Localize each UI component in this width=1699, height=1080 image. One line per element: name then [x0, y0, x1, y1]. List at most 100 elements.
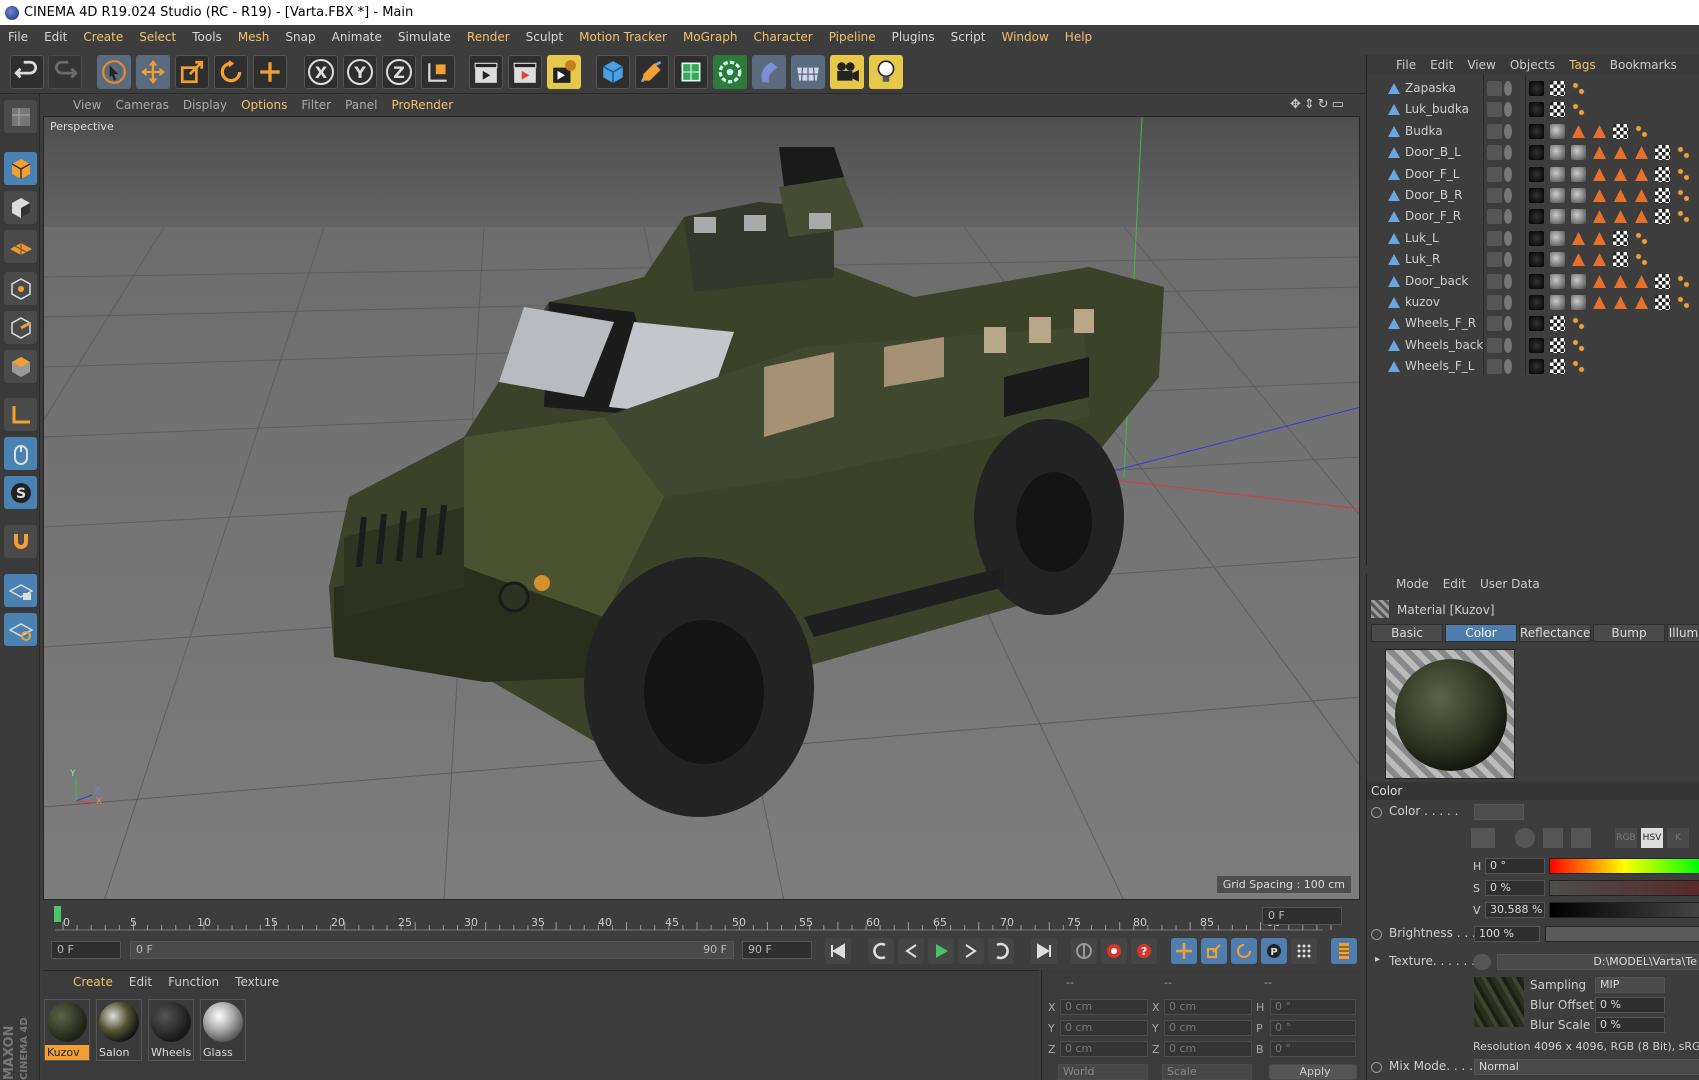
- uv-tag-icon[interactable]: [1550, 123, 1565, 139]
- key-pla-toggle[interactable]: [1291, 938, 1317, 964]
- layer-edit-icon[interactable]: [1487, 209, 1502, 225]
- visibility-dots-icon[interactable]: [1504, 209, 1512, 225]
- material-tag-icon[interactable]: [1529, 252, 1544, 268]
- warning-triangle-icon[interactable]: [1592, 274, 1607, 289]
- menu-window[interactable]: Window: [993, 25, 1056, 49]
- object-row[interactable]: Luk_L: [1367, 228, 1699, 249]
- warning-triangle-icon[interactable]: [1592, 231, 1607, 246]
- workplane-mode-button[interactable]: [4, 230, 37, 263]
- layer-edit-icon[interactable]: [1487, 252, 1502, 268]
- selection-tag-icon[interactable]: [1634, 252, 1649, 268]
- texture-tag-icon[interactable]: [1613, 123, 1628, 139]
- material-swatch-wheels[interactable]: Wheels: [148, 999, 194, 1061]
- menu-script[interactable]: Script: [943, 25, 994, 49]
- selection-tag-icon[interactable]: [1676, 273, 1691, 289]
- visibility-dots-icon[interactable]: [1504, 337, 1512, 353]
- layer-edit-icon[interactable]: [1487, 123, 1502, 139]
- color-image-mode[interactable]: [1571, 828, 1591, 848]
- object-row[interactable]: Budka: [1367, 121, 1699, 142]
- object-menu-tags[interactable]: Tags: [1562, 55, 1603, 75]
- menu-render[interactable]: Render: [459, 25, 518, 49]
- points-mode-button[interactable]: [4, 272, 37, 305]
- snap-magnet-button[interactable]: [4, 525, 37, 558]
- deformer-button[interactable]: [752, 55, 786, 89]
- material-tag-icon[interactable]: [1529, 209, 1544, 225]
- uv-tag-icon[interactable]: [1550, 252, 1565, 268]
- sampling-dropdown[interactable]: MIP: [1595, 977, 1665, 993]
- warning-triangle-icon[interactable]: [1592, 124, 1607, 139]
- selection-tag-icon[interactable]: [1676, 145, 1691, 161]
- texture-tag-icon[interactable]: [1655, 209, 1670, 225]
- blur-scale-field[interactable]: 0 %: [1595, 1017, 1665, 1033]
- material-menu-edit[interactable]: Edit: [121, 971, 160, 993]
- color-spectrum-mode[interactable]: [1543, 828, 1563, 848]
- texture-path-field[interactable]: D:\MODEL\Varta\Te: [1497, 954, 1699, 970]
- visibility-dots-icon[interactable]: [1504, 359, 1512, 375]
- visibility-dots-icon[interactable]: [1504, 102, 1512, 118]
- model-mode-button[interactable]: [4, 152, 37, 185]
- scale-tool[interactable]: [175, 55, 209, 89]
- kelvin-mode-button[interactable]: K: [1667, 828, 1689, 848]
- warning-triangle-icon[interactable]: [1571, 252, 1586, 267]
- material-tag-icon[interactable]: [1529, 230, 1544, 246]
- visibility-dots-icon[interactable]: [1504, 145, 1512, 161]
- coordinate-system-button[interactable]: [421, 55, 455, 89]
- uv-tag-icon[interactable]: [1550, 145, 1565, 161]
- attr-menu-mode[interactable]: Mode: [1389, 574, 1436, 594]
- render-view-button[interactable]: [469, 55, 503, 89]
- next-key-button[interactable]: [988, 938, 1014, 964]
- visibility-dots-icon[interactable]: [1504, 188, 1512, 203]
- hue-slider[interactable]: [1549, 858, 1699, 874]
- menu-animate[interactable]: Animate: [324, 25, 390, 49]
- color-animate-toggle[interactable]: [1371, 807, 1382, 818]
- current-frame-marker[interactable]: [54, 906, 61, 922]
- make-editable-button[interactable]: [4, 100, 37, 133]
- visibility-dots-icon[interactable]: [1504, 230, 1512, 246]
- selection-tag-icon[interactable]: [1676, 295, 1691, 310]
- texture-tag-icon[interactable]: [1655, 166, 1670, 182]
- start-frame-field[interactable]: 0 F: [51, 941, 121, 959]
- material-tag-icon[interactable]: [1529, 188, 1544, 203]
- frame-range-slider[interactable]: 0 F 90 F: [130, 941, 734, 959]
- attr-menu-user-data[interactable]: User Data: [1473, 574, 1547, 594]
- uv-tag-icon[interactable]: [1550, 273, 1565, 289]
- color-wheel-mode[interactable]: [1515, 828, 1535, 848]
- viewport-menu-cameras[interactable]: Cameras: [108, 94, 175, 116]
- material-swatch-salon[interactable]: Salon: [96, 999, 142, 1061]
- warning-triangle-icon[interactable]: [1592, 252, 1607, 267]
- viewport-menu-panel[interactable]: Panel: [338, 94, 384, 116]
- layer-edit-icon[interactable]: [1487, 145, 1502, 161]
- viewport-menu-options[interactable]: Options: [234, 94, 294, 116]
- hue-field[interactable]: 0 °: [1485, 858, 1545, 874]
- tab-reflectance[interactable]: Reflectance: [1519, 624, 1591, 642]
- cube-primitive-button[interactable]: [596, 55, 630, 89]
- axis-mode-button[interactable]: [4, 398, 37, 431]
- warning-triangle-icon[interactable]: [1613, 209, 1628, 224]
- material-tag-icon[interactable]: [1529, 337, 1544, 353]
- warning-triangle-icon[interactable]: [1634, 188, 1649, 203]
- menu-select[interactable]: Select: [131, 25, 184, 49]
- texture-tag-icon[interactable]: [1655, 295, 1670, 310]
- material-tag-icon[interactable]: [1529, 359, 1544, 375]
- timeline-layout-button[interactable]: [1331, 938, 1357, 964]
- rgb-mode-button[interactable]: RGB: [1615, 828, 1637, 848]
- texture-tag-icon[interactable]: [1550, 316, 1565, 332]
- object-row[interactable]: Door_back: [1367, 271, 1699, 292]
- current-frame-field[interactable]: 0 F: [1262, 907, 1342, 925]
- warning-triangle-icon[interactable]: [1634, 167, 1649, 182]
- object-row[interactable]: Door_F_R: [1367, 206, 1699, 227]
- warning-triangle-icon[interactable]: [1634, 295, 1649, 310]
- undo-button[interactable]: [10, 55, 44, 89]
- uv-tag-icon[interactable]: [1550, 295, 1565, 310]
- tweak-mode-button[interactable]: [4, 437, 37, 470]
- material-tag-icon[interactable]: [1529, 145, 1544, 161]
- uv-tag-icon[interactable]: [1550, 166, 1565, 182]
- attr-menu-edit[interactable]: Edit: [1436, 574, 1473, 594]
- object-menu-objects[interactable]: Objects: [1503, 55, 1562, 75]
- texture-tag-icon[interactable]: [1550, 102, 1565, 118]
- material-tag-icon[interactable]: [1529, 316, 1544, 332]
- brightness-animate-toggle[interactable]: [1371, 929, 1382, 940]
- menu-motion-tracker[interactable]: Motion Tracker: [571, 25, 675, 49]
- z-axis-lock[interactable]: Z: [382, 55, 416, 89]
- pen-spline-button[interactable]: [635, 55, 669, 89]
